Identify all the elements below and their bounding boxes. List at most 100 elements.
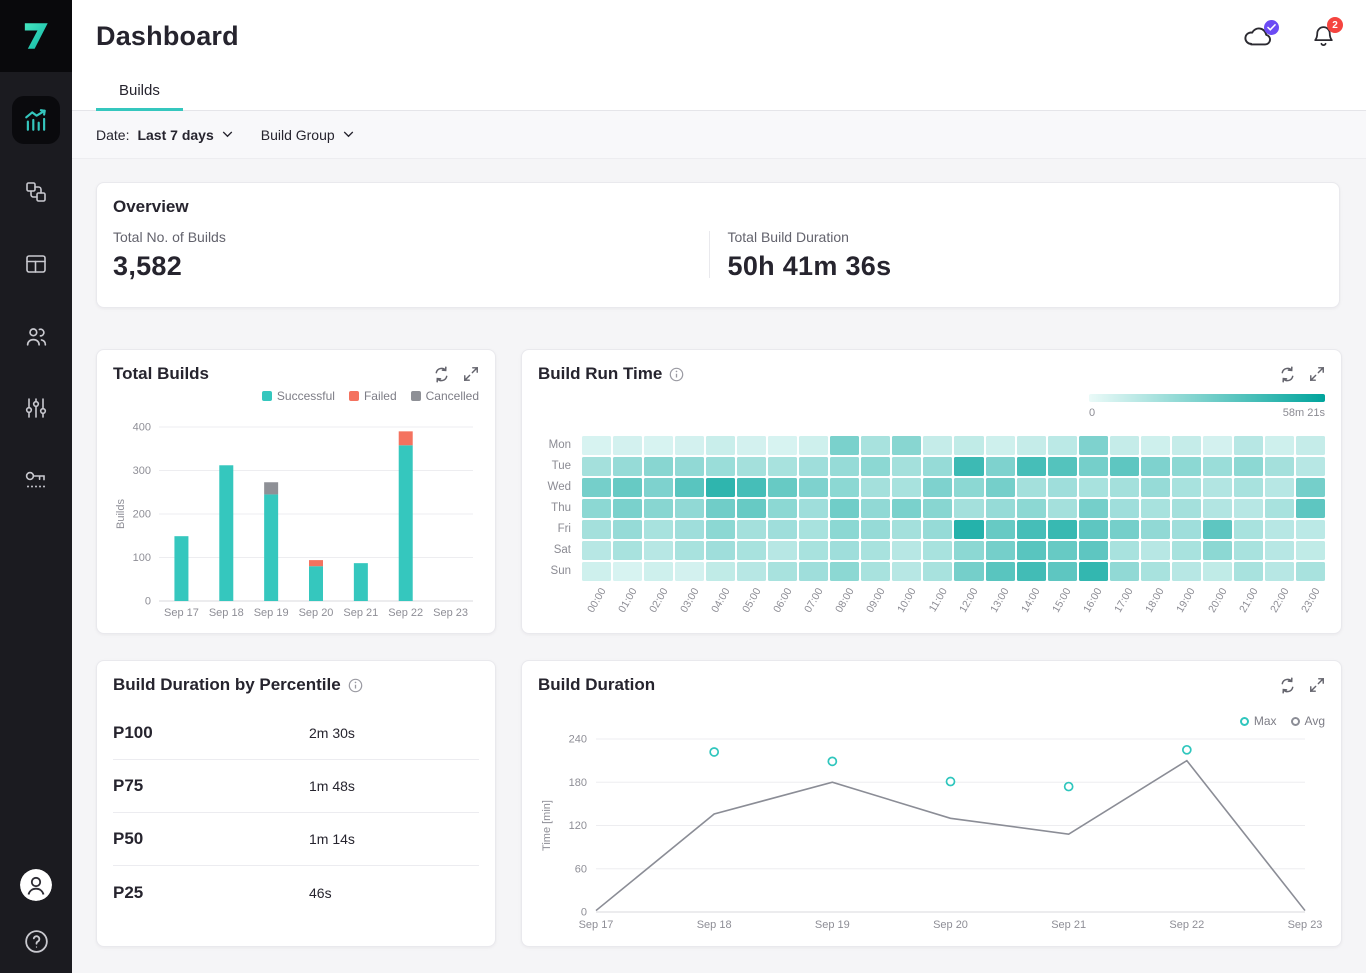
total-builds-chart[interactable]: 0100200300400Sep 17Sep 18Sep 19Sep 20Sep… [113,414,479,631]
heatmap-cell[interactable] [737,541,766,560]
heatmap-cell[interactable] [675,436,704,455]
heatmap-cell[interactable] [1296,541,1325,560]
heatmap-cell[interactable] [1296,520,1325,539]
heatmap-cell[interactable] [1079,478,1108,497]
heatmap-cell[interactable] [923,562,952,581]
heatmap-cell[interactable] [954,478,983,497]
tab-builds[interactable]: Builds [96,72,183,111]
heatmap-cell[interactable] [861,457,890,476]
heatmap-cell[interactable] [1172,436,1201,455]
heatmap-cell[interactable] [768,499,797,518]
heatmap-cell[interactable] [892,457,921,476]
heatmap-cell[interactable] [1048,520,1077,539]
heatmap-cell[interactable] [1172,499,1201,518]
heatmap-cell[interactable] [1017,562,1046,581]
heatmap-cell[interactable] [892,520,921,539]
heatmap-cell[interactable] [1172,562,1201,581]
avatar[interactable] [20,869,52,901]
heatmap-cell[interactable] [768,562,797,581]
heatmap-cell[interactable] [1203,478,1232,497]
heatmap-cell[interactable] [768,436,797,455]
heatmap-cell[interactable] [1234,541,1263,560]
heatmap-cell[interactable] [1265,478,1294,497]
heatmap-cell[interactable] [737,436,766,455]
heatmap-cell[interactable] [923,520,952,539]
heatmap-cell[interactable] [986,457,1015,476]
legend-item[interactable]: Failed [349,389,397,403]
heatmap-cell[interactable] [799,562,828,581]
heatmap-cell[interactable] [1172,541,1201,560]
heatmap-cell[interactable] [986,436,1015,455]
heatmap-cell[interactable] [1203,520,1232,539]
heatmap-cell[interactable] [675,499,704,518]
heatmap-cell[interactable] [1017,478,1046,497]
heatmap-cell[interactable] [737,520,766,539]
heatmap-cell[interactable] [613,499,642,518]
heatmap-cell[interactable] [1079,541,1108,560]
heatmap-cell[interactable] [737,457,766,476]
heatmap-cell[interactable] [1110,499,1139,518]
heatmap-cell[interactable] [1110,562,1139,581]
build-duration-chart[interactable]: 060120180240Sep 17Sep 18Sep 19Sep 20Sep … [538,719,1325,940]
heatmap-cell[interactable] [799,436,828,455]
heatmap-cell[interactable] [861,562,890,581]
sidebar-item-settings[interactable] [12,384,60,432]
heatmap-cell[interactable] [1017,457,1046,476]
heatmap-cell[interactable] [675,457,704,476]
heatmap-cell[interactable] [861,499,890,518]
heatmap-cell[interactable] [986,499,1015,518]
heatmap-cell[interactable] [799,457,828,476]
heatmap-cell[interactable] [892,562,921,581]
heatmap-cell[interactable] [1141,499,1170,518]
heatmap-cell[interactable] [830,562,859,581]
heatmap-cell[interactable] [644,499,673,518]
heatmap-cell[interactable] [986,478,1015,497]
heatmap-cell[interactable] [799,541,828,560]
heatmap-cell[interactable] [1234,499,1263,518]
notifications-button[interactable]: 2 [1311,23,1336,49]
sidebar-item-apps[interactable] [12,240,60,288]
sidebar-item-secrets[interactable] [12,456,60,504]
heatmap-cell[interactable] [1203,499,1232,518]
heatmap-cell[interactable] [737,562,766,581]
heatmap-cell[interactable] [768,478,797,497]
heatmap-cell[interactable] [1048,562,1077,581]
heatmap-cell[interactable] [892,436,921,455]
heatmap-cell[interactable] [675,562,704,581]
heatmap-cell[interactable] [1048,499,1077,518]
heatmap-cell[interactable] [1017,541,1046,560]
heatmap-cell[interactable] [582,520,611,539]
heatmap-cell[interactable] [1141,520,1170,539]
heatmap-cell[interactable] [1141,562,1170,581]
heatmap-cell[interactable] [923,478,952,497]
heatmap-cell[interactable] [923,499,952,518]
heatmap-cell[interactable] [644,457,673,476]
expand-button[interactable] [1309,677,1325,694]
heatmap-cell[interactable] [861,520,890,539]
date-filter[interactable]: Date:Last 7 days [96,127,233,143]
heatmap-cell[interactable] [1079,562,1108,581]
heatmap-cell[interactable] [1265,457,1294,476]
heatmap-cell[interactable] [1203,436,1232,455]
heatmap-cell[interactable] [1172,478,1201,497]
heatmap-cell[interactable] [1048,457,1077,476]
legend-item[interactable]: Successful [262,389,335,403]
heatmap-cell[interactable] [830,436,859,455]
heatmap-cell[interactable] [830,478,859,497]
heatmap-cell[interactable] [706,562,735,581]
heatmap-cell[interactable] [1265,541,1294,560]
heatmap-cell[interactable] [830,520,859,539]
heatmap-cell[interactable] [582,457,611,476]
heatmap-cell[interactable] [861,436,890,455]
heatmap-cell[interactable] [923,457,952,476]
heatmap-cell[interactable] [1110,541,1139,560]
heatmap-cell[interactable] [1110,457,1139,476]
heatmap-cell[interactable] [1141,457,1170,476]
heatmap-cell[interactable] [644,520,673,539]
heatmap-cell[interactable] [923,436,952,455]
heatmap-cell[interactable] [1017,520,1046,539]
heatmap-cell[interactable] [892,478,921,497]
info-icon[interactable] [348,678,363,693]
heatmap-cell[interactable] [768,520,797,539]
heatmap-cell[interactable] [1296,457,1325,476]
